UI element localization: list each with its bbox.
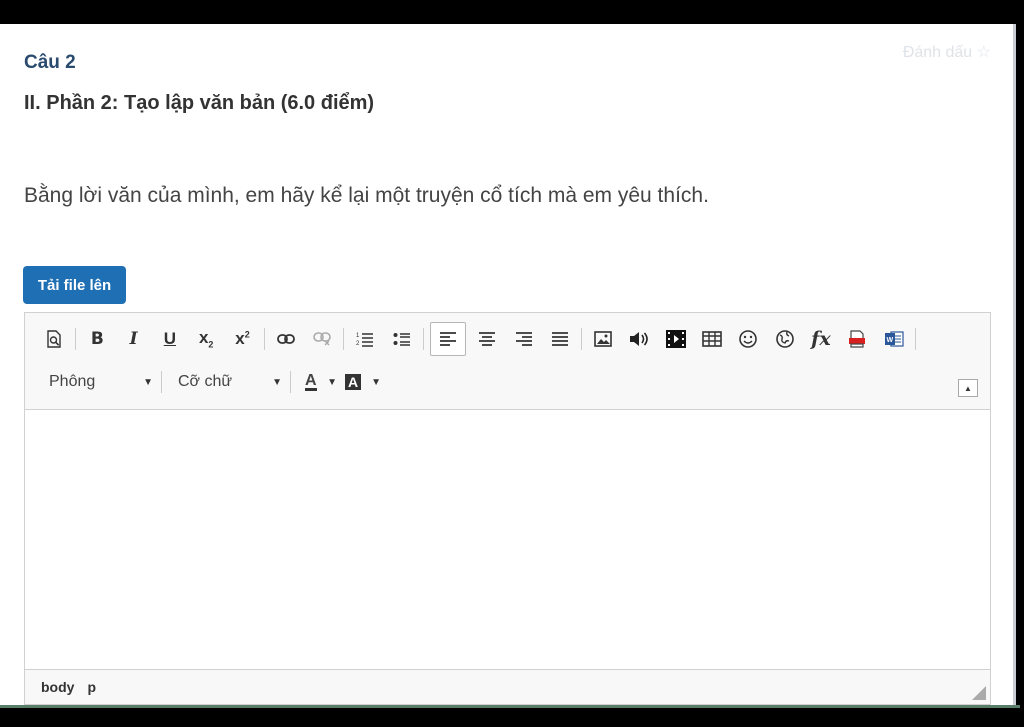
toolbar-separator — [290, 371, 291, 393]
toolbar-row-1: B I U x2 x2 12 fx W — [39, 322, 922, 356]
toolbar-separator — [914, 328, 916, 350]
background-color-icon: A — [345, 374, 362, 390]
audio-icon[interactable] — [624, 324, 654, 354]
toolbar-separator — [75, 328, 77, 350]
svg-text:W: W — [886, 337, 893, 344]
globe-icon[interactable] — [770, 324, 800, 354]
toolbar-separator — [422, 328, 424, 350]
editor-statusbar: body p — [25, 669, 990, 704]
link-icon[interactable] — [271, 324, 301, 354]
font-family-select[interactable]: Phông ▼ — [39, 368, 157, 396]
collapse-toolbar-icon[interactable]: ▲ — [958, 379, 978, 397]
question-title: II. Phần 2: Tạo lập văn bản (6.0 điểm) — [24, 92, 375, 114]
italic-icon[interactable]: I — [119, 324, 149, 354]
ordered-list-icon[interactable]: 12 — [350, 324, 380, 354]
unlink-icon[interactable] — [307, 324, 337, 354]
editor-toolbar: B I U x2 x2 12 fx W Phông ▼ Cỡ chữ ▼ A ▼… — [25, 313, 990, 410]
question-card: Câu 2 Đánh dấu ☆ II. Phần 2: Tạo lập văn… — [0, 24, 1016, 705]
chevron-down-icon: ▼ — [371, 376, 381, 388]
preview-icon[interactable] — [39, 324, 69, 354]
toolbar-row-2: Phông ▼ Cỡ chữ ▼ A ▼ A ▼ — [39, 367, 385, 397]
align-justify-icon[interactable] — [545, 324, 575, 354]
font-size-select[interactable]: Cỡ chữ ▼ — [168, 368, 286, 396]
pdf-icon[interactable] — [842, 324, 872, 354]
emoticon-icon[interactable] — [733, 324, 763, 354]
align-center-icon[interactable] — [472, 324, 502, 354]
bookmark-button[interactable]: Đánh dấu ☆ — [903, 42, 991, 62]
word-icon[interactable]: W — [879, 324, 909, 354]
svg-text:2: 2 — [356, 341, 360, 347]
rich-text-editor: B I U x2 x2 12 fx W Phông ▼ Cỡ chữ ▼ A ▼… — [24, 312, 991, 705]
question-prompt: Bằng lời văn của mình, em hãy kể lại một… — [24, 184, 709, 207]
resize-handle-icon[interactable] — [972, 686, 986, 700]
subscript-icon[interactable]: x2 — [191, 324, 221, 354]
video-icon[interactable] — [661, 324, 691, 354]
formula-icon[interactable]: fx — [806, 324, 836, 354]
text-color-icon: A — [305, 372, 317, 391]
table-icon[interactable] — [697, 324, 727, 354]
bullet-list-icon[interactable] — [387, 324, 417, 354]
chevron-down-icon: ▼ — [143, 376, 153, 388]
align-right-icon[interactable] — [509, 324, 539, 354]
align-left-icon[interactable] — [429, 322, 466, 356]
text-color-button[interactable]: A ▼ — [297, 368, 341, 396]
image-icon[interactable] — [588, 324, 618, 354]
background-color-button[interactable]: A ▼ — [341, 368, 385, 396]
path-item-body[interactable]: body — [41, 679, 74, 695]
toolbar-separator — [581, 328, 583, 350]
question-number: Câu 2 — [24, 52, 76, 73]
bold-icon[interactable]: B — [82, 324, 112, 354]
chevron-down-icon: ▼ — [272, 376, 282, 388]
editor-content-area[interactable] — [25, 410, 990, 670]
toolbar-separator — [343, 328, 345, 350]
font-size-value: Cỡ chữ — [178, 373, 233, 390]
font-family-value: Phông — [49, 373, 96, 390]
superscript-icon[interactable]: x2 — [227, 324, 257, 354]
chevron-down-icon: ▼ — [327, 376, 337, 388]
bottom-divider — [0, 705, 1020, 708]
upload-file-button[interactable]: Tải file lên — [23, 266, 126, 304]
toolbar-separator — [161, 371, 162, 393]
underline-icon[interactable]: U — [155, 324, 185, 354]
svg-text:1: 1 — [356, 333, 360, 339]
toolbar-separator — [263, 328, 265, 350]
path-item-p[interactable]: p — [87, 679, 96, 695]
